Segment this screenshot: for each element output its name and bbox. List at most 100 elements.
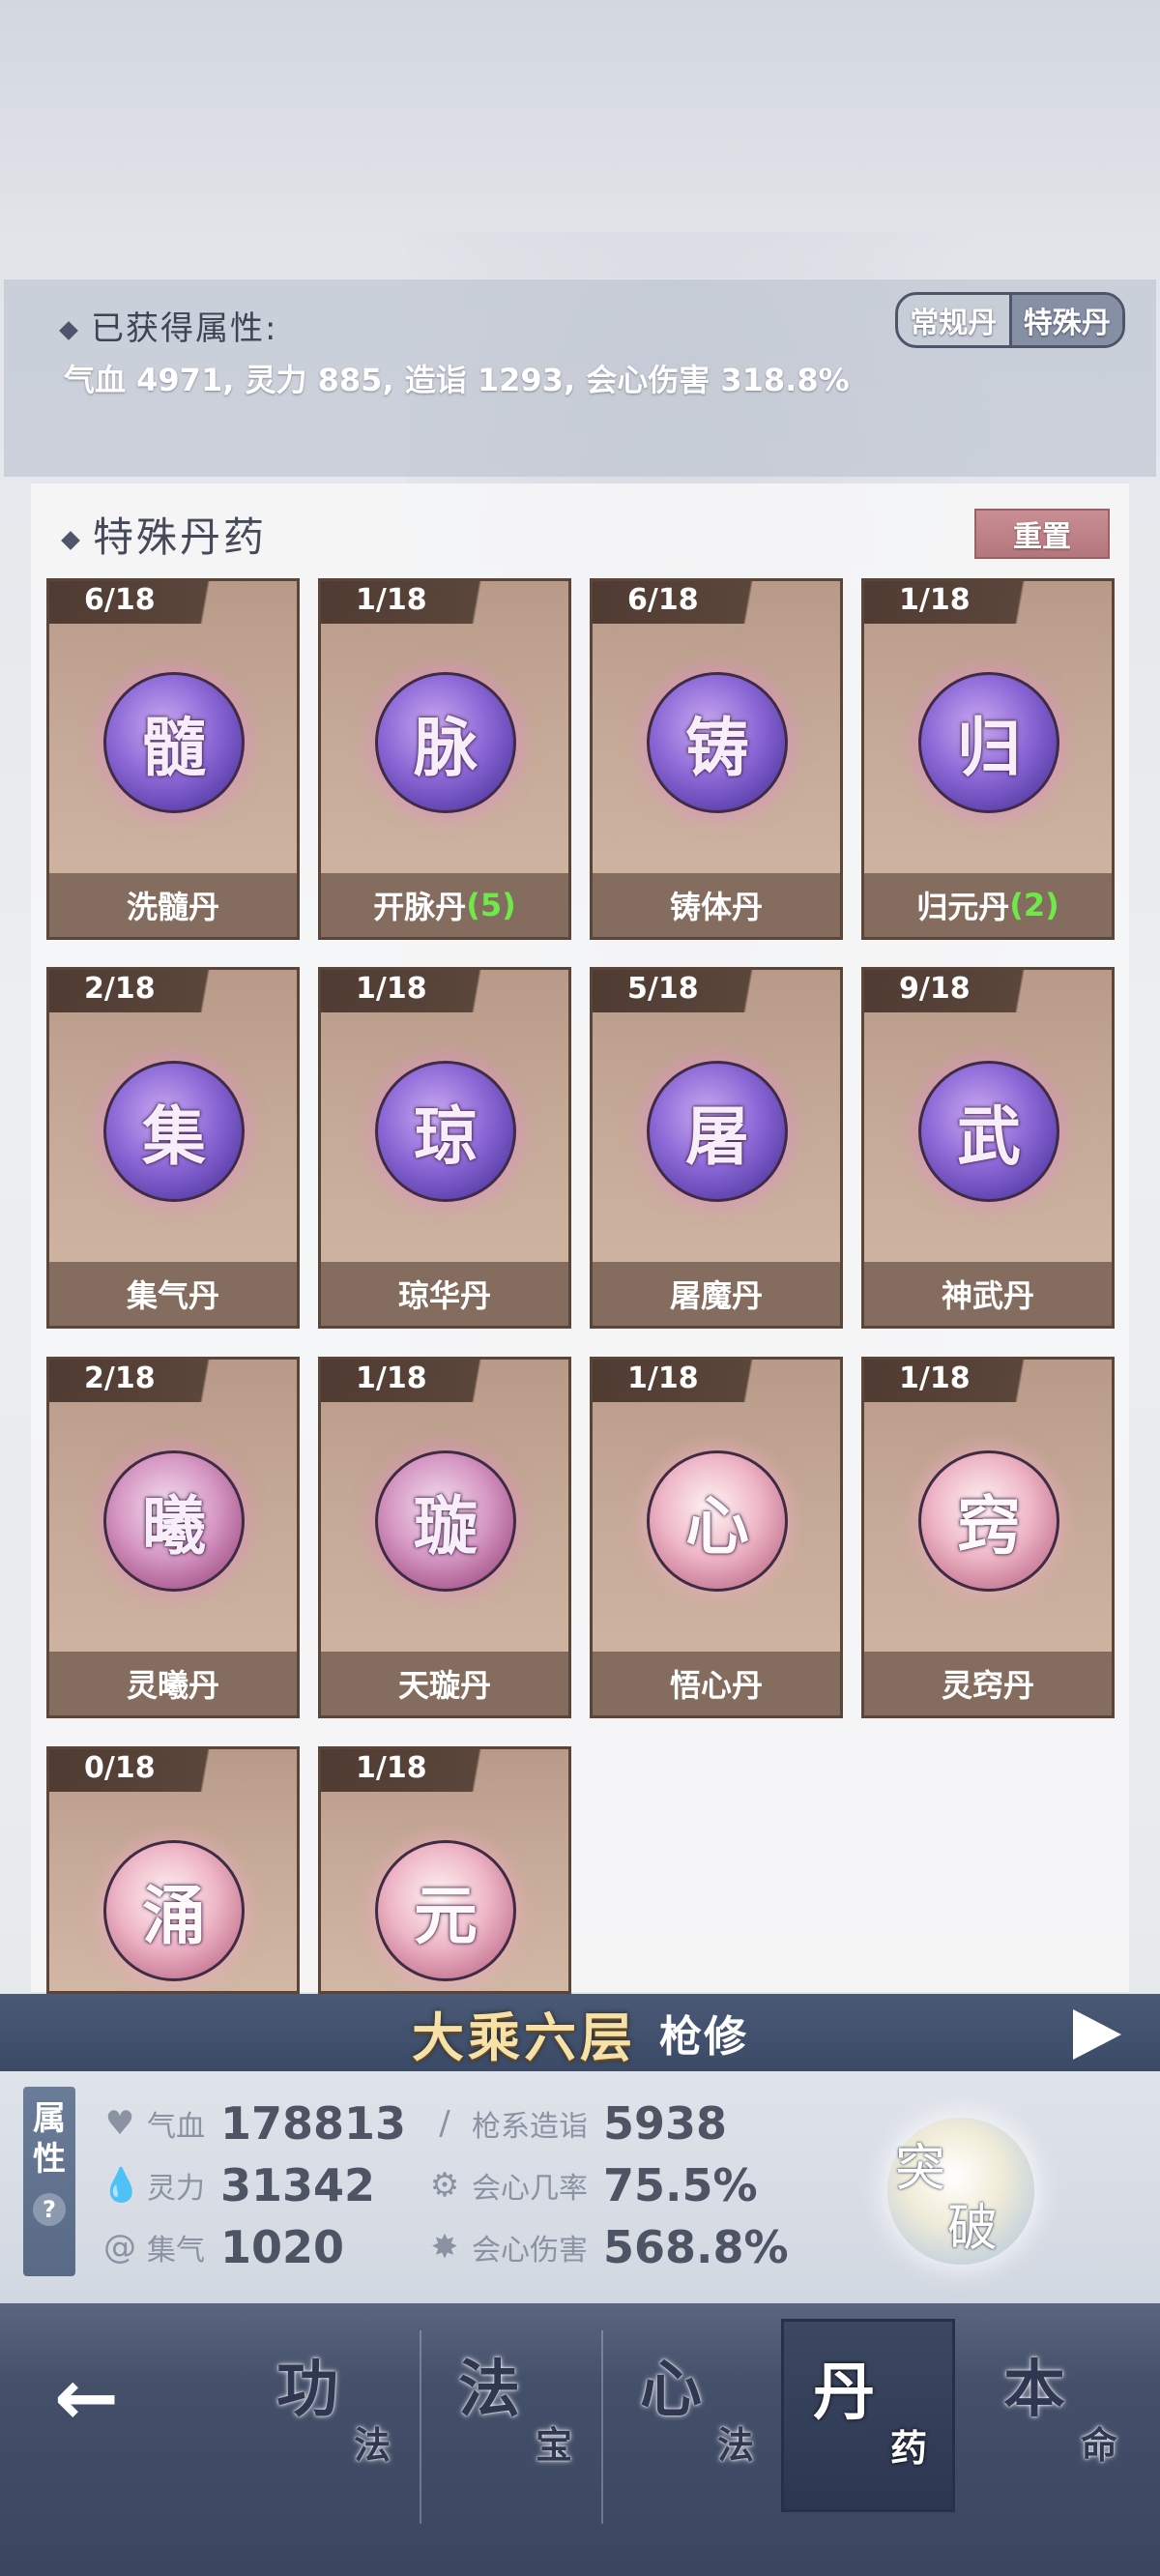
level-banner: 大乘六层 枪修 xyxy=(0,1994,1160,2071)
stat-value: 568.8% xyxy=(603,2221,789,2273)
pill-name-bar: 神武丹 xyxy=(864,1262,1112,1326)
pill-card[interactable]: 1/18 脉开脉丹 (5) xyxy=(318,578,571,940)
tab-pills-big: 丹 xyxy=(813,2356,875,2429)
stat-label: 集气 xyxy=(147,2234,205,2268)
crit-rate-icon: ⚙ xyxy=(429,2166,460,2205)
pill-card[interactable]: 1/18 元 xyxy=(318,1746,571,1994)
pill-name-bar: 铸体丹 xyxy=(593,873,840,937)
pill-orb-icon: 脉 xyxy=(375,672,516,813)
pill-name: 屠魔丹 xyxy=(669,1277,763,1314)
tab-mind-method[interactable]: 心 法 xyxy=(611,2319,785,2512)
pill-count: 1/18 xyxy=(356,583,427,617)
crit-damage-icon: ✸ xyxy=(430,2228,459,2267)
pill-name: 灵窍丹 xyxy=(941,1667,1034,1704)
nav-divider xyxy=(601,2330,603,2524)
spear-icon: / xyxy=(439,2104,450,2143)
pill-card[interactable]: 9/18 武神武丹 xyxy=(861,967,1115,1329)
reset-button[interactable]: 重置 xyxy=(974,509,1110,559)
pill-orb-icon: 窍 xyxy=(918,1450,1059,1592)
pill-orb-icon: 武 xyxy=(918,1061,1059,1202)
attributes-tab[interactable]: 属 性 ? xyxy=(23,2087,75,2276)
pill-name: 天璇丹 xyxy=(397,1667,491,1704)
stat-value: 1020 xyxy=(220,2221,345,2273)
pill-count: 1/18 xyxy=(356,972,427,1006)
pill-card[interactable]: 1/18 心悟心丹 xyxy=(590,1357,843,1718)
pill-orb-icon: 髓 xyxy=(103,672,245,813)
breakthrough-button[interactable]: 突 破 xyxy=(887,2118,1034,2265)
pill-name-bar: 洗髓丹 xyxy=(49,873,297,937)
pill-orb-icon: 曦 xyxy=(103,1450,245,1592)
pill-name: 归元丹 xyxy=(916,889,1010,925)
toggle-regular-pills[interactable]: 常规丹 xyxy=(898,295,1009,345)
tab-natal-big: 本 xyxy=(1003,2354,1065,2426)
pill-count: 5/18 xyxy=(627,972,699,1006)
stat-spear-mastery: / 枪系造诣 5938 xyxy=(425,2096,727,2151)
pill-count: 1/18 xyxy=(356,1361,427,1395)
pill-name-bar: 灵窍丹 xyxy=(864,1652,1112,1715)
play-icon[interactable] xyxy=(1073,2009,1121,2060)
pill-orb-icon: 心 xyxy=(647,1450,788,1592)
pill-name: 神武丹 xyxy=(941,1277,1034,1314)
special-pills-label: 特殊丹药 xyxy=(93,513,268,561)
pill-count: 1/18 xyxy=(899,583,971,617)
stat-hp: ♥ 气血 178813 xyxy=(101,2096,406,2151)
pill-count: 0/18 xyxy=(84,1751,156,1785)
pill-orb-icon: 琼 xyxy=(375,1061,516,1202)
tab-technique-big: 功 xyxy=(276,2354,338,2426)
help-icon[interactable]: ? xyxy=(33,2193,66,2226)
pill-card[interactable]: 2/18 集集气丹 xyxy=(46,967,300,1329)
pill-count: 6/18 xyxy=(627,583,699,617)
acquired-attributes-label: 已获得属性: xyxy=(91,309,278,348)
back-arrow-icon[interactable]: ← xyxy=(54,2359,160,2437)
breakthrough-char-1: 突 xyxy=(895,2140,946,2198)
tab-treasure-small: 宝 xyxy=(536,2423,573,2467)
pill-card[interactable]: 1/18 琼琼华丹 xyxy=(318,967,571,1329)
pill-card[interactable]: 0/18 涌 xyxy=(46,1746,300,1994)
pill-name: 琼华丹 xyxy=(397,1277,491,1314)
pill-card[interactable]: 1/18 归归元丹 (2) xyxy=(861,578,1115,940)
stat-spirit: 💧 灵力 31342 xyxy=(101,2158,375,2212)
stat-qi-gather: @ 集气 1020 xyxy=(101,2220,344,2274)
breakthrough-char-2: 破 xyxy=(947,2200,999,2258)
pill-name-bar: 归元丹 (2) xyxy=(864,873,1112,937)
stat-value: 75.5% xyxy=(603,2159,758,2211)
acquired-attributes-values: 气血 4971, 灵力 885, 造诣 1293, 会心伤害 318.8% xyxy=(64,362,850,398)
tab-mind-method-big: 心 xyxy=(640,2354,702,2426)
pill-extra-count: (5) xyxy=(466,887,516,923)
pill-card[interactable]: 5/18 屠屠魔丹 xyxy=(590,967,843,1329)
pill-name-bar: 开脉丹 (5) xyxy=(321,873,568,937)
stat-label: 气血 xyxy=(147,2110,205,2144)
pill-name-bar: 琼华丹 xyxy=(321,1262,568,1326)
pill-type-toggle: 常规丹 特殊丹 xyxy=(895,292,1125,348)
stat-value: 178813 xyxy=(220,2097,407,2150)
pill-name: 灵曦丹 xyxy=(126,1667,219,1704)
toggle-special-pills[interactable]: 特殊丹 xyxy=(1011,295,1122,345)
pill-card[interactable]: 6/18 髓洗髓丹 xyxy=(46,578,300,940)
pill-card[interactable]: 1/18 窍灵窍丹 xyxy=(861,1357,1115,1718)
water-drop-icon: 💧 xyxy=(101,2166,142,2205)
stat-label: 枪系造诣 xyxy=(472,2110,588,2144)
pill-name: 洗髓丹 xyxy=(126,889,219,925)
tab-technique[interactable]: 功 法 xyxy=(247,2319,421,2512)
special-pills-title: 特殊丹药 xyxy=(61,505,268,564)
pill-count: 1/18 xyxy=(356,1751,427,1785)
pill-count: 1/18 xyxy=(899,1361,971,1395)
stat-crit-rate: ⚙ 会心几率 75.5% xyxy=(425,2158,758,2212)
pill-orb-icon: 涌 xyxy=(103,1840,245,1981)
pill-card[interactable]: 1/18 璇天璇丹 xyxy=(318,1357,571,1718)
tab-pills[interactable]: 丹 药 xyxy=(781,2319,955,2512)
tab-natal[interactable]: 本 命 xyxy=(974,2319,1148,2512)
pill-name: 悟心丹 xyxy=(669,1667,763,1704)
pill-card[interactable]: 6/18 铸铸体丹 xyxy=(590,578,843,940)
stat-label: 会心几率 xyxy=(472,2172,588,2206)
pill-name-bar: 集气丹 xyxy=(49,1262,297,1326)
tab-treasure[interactable]: 法 宝 xyxy=(429,2319,603,2512)
pill-name-bar: 屠魔丹 xyxy=(593,1262,840,1326)
pill-orb-icon: 璇 xyxy=(375,1450,516,1592)
pill-name: 开脉丹 xyxy=(373,889,467,925)
stat-crit-damage: ✸ 会心伤害 568.8% xyxy=(425,2220,789,2274)
pill-orb-icon: 屠 xyxy=(647,1061,788,1202)
tab-natal-small: 命 xyxy=(1081,2423,1118,2467)
pill-card[interactable]: 2/18 曦灵曦丹 xyxy=(46,1357,300,1718)
tab-technique-small: 法 xyxy=(354,2423,392,2467)
